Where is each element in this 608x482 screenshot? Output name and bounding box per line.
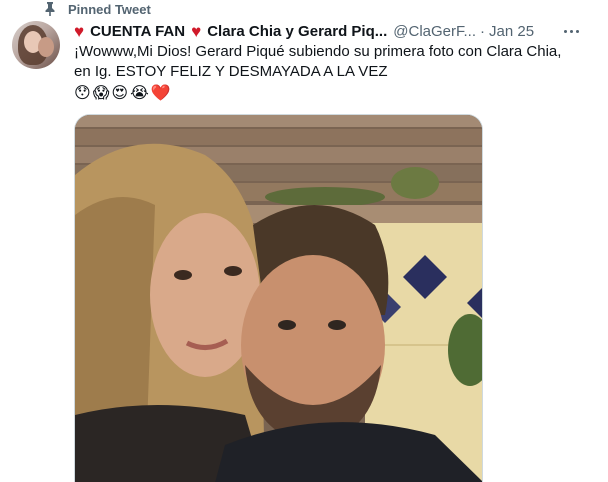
pin-icon: [44, 2, 56, 16]
crying-face-emoji: 😭: [130, 83, 149, 102]
tweet-header: ♥ CUENTA FAN ♥ Clara Chia y Gerard Piq..…: [74, 20, 600, 42]
avatar[interactable]: [12, 21, 60, 69]
pinned-tweet[interactable]: Pinned Tweet ♥ CUENTA FAN ♥ Clara Chia y…: [0, 0, 608, 482]
photo-image: [75, 115, 482, 482]
tweet-text: ¡Wowww,Mi Dios! Gerard Piqué subiendo su…: [74, 42, 584, 82]
heart-icon: ♥: [191, 21, 202, 41]
more-dot-icon: [575, 29, 579, 33]
more-dot-icon: [563, 29, 567, 33]
tweet-date[interactable]: Jan 25: [489, 23, 534, 40]
screaming-face-emoji: 😱: [92, 83, 110, 102]
tweet-text-line2: en Ig. ESTOY FELIZ Y DESMAYADA A LA VEZ: [74, 63, 388, 80]
emoji-row: 😯 😱 😍 😭 ❤️: [74, 83, 171, 103]
tweet-photo[interactable]: [74, 114, 483, 482]
display-name-part1: CUENTA FAN: [90, 22, 186, 40]
heart-eyes-emoji: 😍: [111, 83, 129, 102]
pinned-indicator: Pinned Tweet: [44, 0, 151, 18]
hushed-face-emoji: 😯: [74, 83, 91, 102]
red-heart-emoji: ❤️: [150, 83, 171, 102]
pinned-label: Pinned Tweet: [68, 1, 151, 17]
display-name-part2: Clara Chia y Gerard Piq...: [207, 22, 388, 40]
more-options-button[interactable]: [556, 22, 586, 40]
separator-dot: ·: [480, 22, 486, 40]
more-dot-icon: [569, 29, 573, 33]
tweet-text-line1: ¡Wowww,Mi Dios! Gerard Piqué subiendo su…: [74, 43, 562, 60]
heart-icon: ♥: [74, 21, 85, 41]
user-handle[interactable]: @ClaGerF...: [393, 23, 476, 40]
display-name[interactable]: ♥ CUENTA FAN ♥ Clara Chia y Gerard Piq..…: [74, 23, 387, 40]
